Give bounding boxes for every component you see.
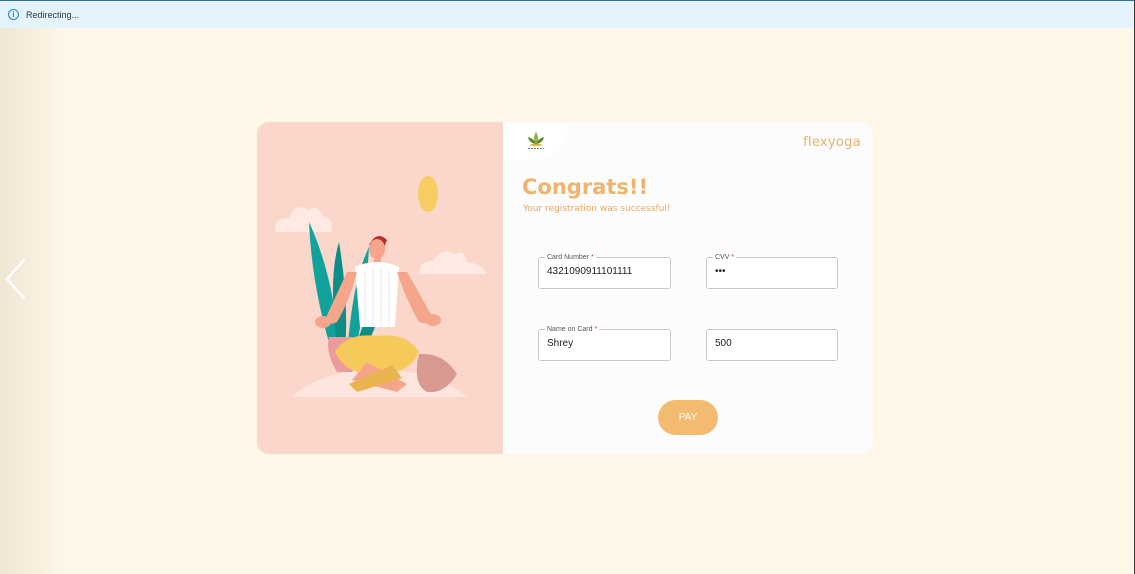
- illustration-panel: [257, 122, 503, 454]
- cvv-field: CVV *: [706, 253, 838, 289]
- cvv-label: CVV *: [713, 253, 737, 262]
- card-number-field: Card Number *: [538, 253, 671, 289]
- meditation-illustration: [274, 176, 487, 397]
- left-shade: [0, 28, 62, 574]
- cvv-input[interactable]: [715, 266, 825, 277]
- registration-card: flexyoga Congrats!! Your registration wa…: [257, 122, 873, 454]
- pay-button[interactable]: PAY: [658, 400, 718, 435]
- card-number-input[interactable]: [547, 266, 657, 277]
- amount-field: [706, 329, 838, 361]
- name-on-card-input[interactable]: [547, 338, 657, 349]
- chevron-left-icon[interactable]: [4, 258, 28, 300]
- redirect-notification: i Redirecting...: [0, 0, 1134, 28]
- page-title: Congrats!!: [522, 175, 649, 199]
- success-message: Your registration was successful!: [523, 204, 671, 214]
- form-panel: flexyoga Congrats!! Your registration wa…: [503, 122, 873, 454]
- redirect-text: Redirecting...: [26, 9, 80, 20]
- brand-name: flexyoga: [803, 135, 861, 150]
- name-on-card-label: Name on Card *: [545, 325, 600, 334]
- info-icon: i: [8, 9, 19, 20]
- logo-badge: [503, 122, 567, 160]
- name-on-card-field: Name on Card *: [538, 325, 671, 361]
- card-number-label: Card Number *: [545, 253, 596, 262]
- amount-input[interactable]: [715, 338, 825, 349]
- lotus-logo-icon: [528, 132, 544, 149]
